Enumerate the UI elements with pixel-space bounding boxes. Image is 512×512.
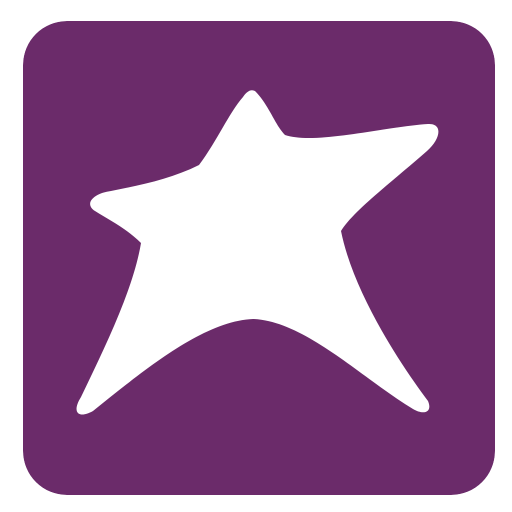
canvas: [0, 0, 512, 512]
star-icon: [23, 21, 495, 495]
app-icon-tile[interactable]: [23, 21, 495, 495]
